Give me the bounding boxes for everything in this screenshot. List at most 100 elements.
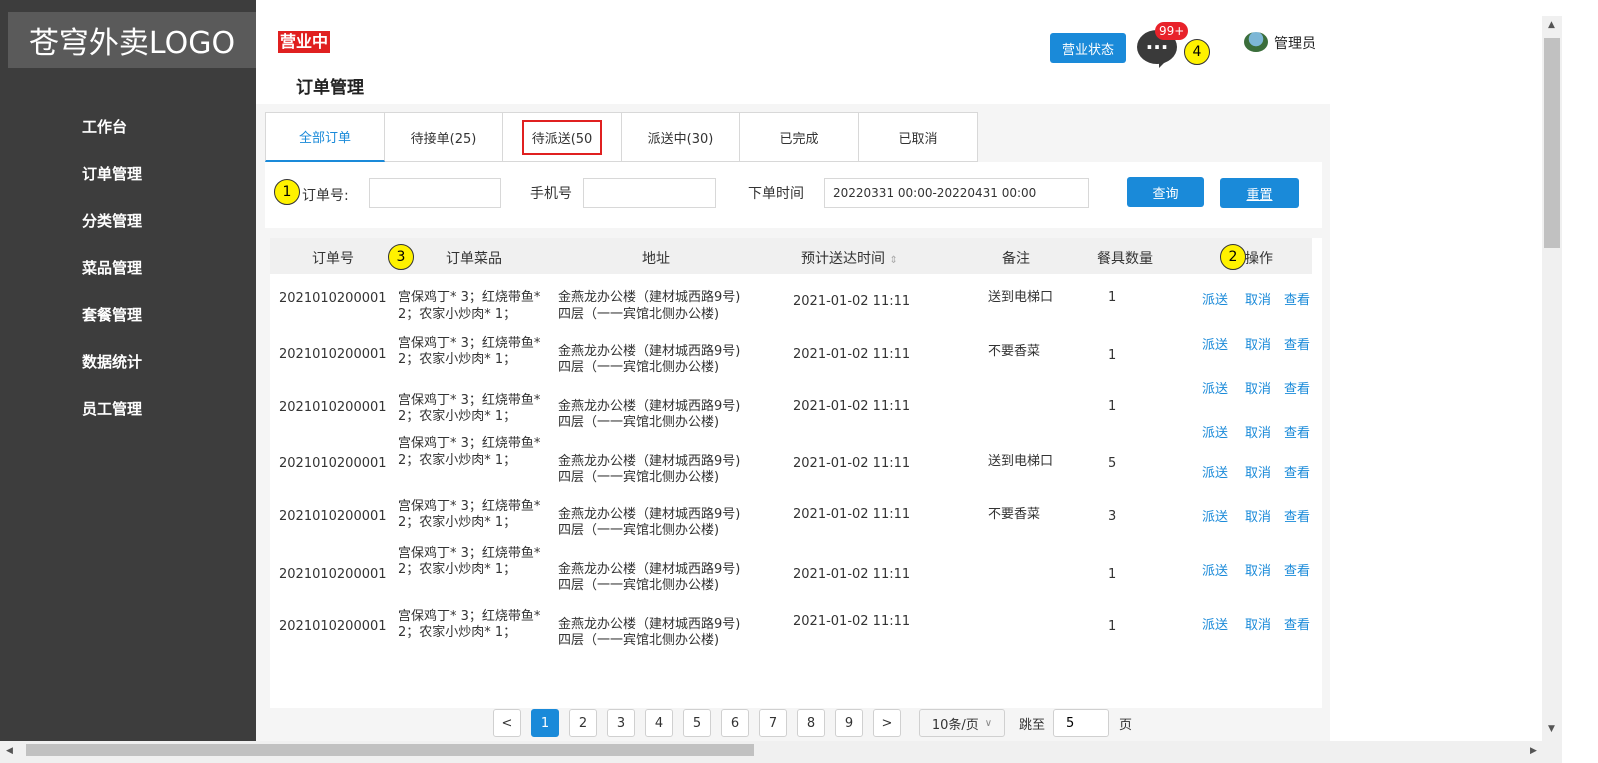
dispatch-button[interactable]: 派送 bbox=[1202, 334, 1228, 353]
order-no: 2021010200001 bbox=[279, 456, 387, 471]
tableware-count: 1 bbox=[1108, 290, 1117, 305]
sidebar-item-orders[interactable]: 订单管理 bbox=[0, 157, 256, 204]
dishes-line-2: 2；农家小炒肉* 1； bbox=[398, 409, 517, 424]
table-header: 订单号 3 订单菜品 地址 预计送达时间 ⇕ 备注 餐具数量 2 操作 bbox=[270, 238, 1312, 274]
tab-delivering[interactable]: 派送中(30) bbox=[622, 112, 740, 162]
scroll-left-icon[interactable]: ◀ bbox=[6, 746, 13, 756]
tableware-count: 5 bbox=[1108, 456, 1117, 471]
order-no: 2021010200001 bbox=[279, 619, 387, 634]
dispatch-button[interactable]: 派送 bbox=[1202, 614, 1228, 633]
cancel-button[interactable]: 取消 bbox=[1245, 614, 1271, 633]
phone-input[interactable] bbox=[583, 178, 716, 208]
sidebar-item-statistics[interactable]: 数据统计 bbox=[0, 345, 256, 392]
column-header-eta[interactable]: 预计送达时间 ⇕ bbox=[801, 248, 898, 268]
view-button[interactable]: 查看 bbox=[1284, 334, 1310, 353]
sidebar-item-categories[interactable]: 分类管理 bbox=[0, 204, 256, 251]
view-button[interactable]: 查看 bbox=[1284, 289, 1310, 308]
view-button[interactable]: 查看 bbox=[1284, 560, 1310, 579]
tableware-count: 3 bbox=[1108, 509, 1117, 524]
dishes-line-1: 宫保鸡丁* 3；红烧带鱼* bbox=[398, 609, 541, 624]
page-button[interactable]: 4 bbox=[645, 709, 673, 737]
sidebar-item-employees[interactable]: 员工管理 bbox=[0, 392, 256, 439]
horizontal-scrollbar[interactable]: ◀ ▶ bbox=[0, 741, 1562, 763]
note: 不要香菜 bbox=[988, 344, 1041, 359]
cancel-button[interactable]: 取消 bbox=[1245, 422, 1271, 441]
tableware-count: 1 bbox=[1108, 348, 1117, 363]
dispatch-button[interactable]: 派送 bbox=[1202, 462, 1228, 481]
vertical-scrollbar[interactable]: ▲ ▼ bbox=[1542, 16, 1562, 741]
scroll-down-icon[interactable]: ▼ bbox=[1548, 724, 1555, 734]
sort-icon[interactable]: ⇕ bbox=[889, 255, 897, 266]
page-button[interactable]: 9 bbox=[835, 709, 863, 737]
sidebar-item-dishes[interactable]: 菜品管理 bbox=[0, 251, 256, 298]
dishes-line-2: 2；农家小炒肉* 1； bbox=[398, 515, 517, 530]
column-header-tableware: 餐具数量 bbox=[1097, 251, 1153, 267]
sidebar-item-workbench[interactable]: 工作台 bbox=[0, 110, 256, 157]
tab-all-orders[interactable]: 全部订单 bbox=[265, 112, 385, 162]
vertical-scroll-thumb[interactable] bbox=[1544, 38, 1560, 248]
dispatch-button[interactable]: 派送 bbox=[1202, 560, 1228, 579]
eta: 2021-01-02 11:11 bbox=[793, 294, 911, 309]
tab-pending-dispatch[interactable]: 待派送(50 bbox=[503, 112, 622, 162]
eta: 2021-01-02 11:11 bbox=[793, 347, 911, 362]
page-suffix-label: 页 bbox=[1119, 717, 1133, 733]
dishes-line-2: 2；农家小炒肉* 1； bbox=[398, 562, 517, 577]
tab-cancelled[interactable]: 已取消 bbox=[859, 112, 978, 162]
page-size-value: 10条/页 bbox=[931, 717, 979, 733]
reset-button[interactable]: 重置 bbox=[1220, 178, 1299, 208]
query-button[interactable]: 查询 bbox=[1127, 177, 1204, 207]
page-button[interactable]: 7 bbox=[759, 709, 787, 737]
business-status-button[interactable]: 营业状态 bbox=[1050, 33, 1126, 63]
prev-page-button[interactable]: < bbox=[493, 709, 521, 737]
address-line-1: 金燕龙办公楼（建材城西路9号) bbox=[558, 562, 741, 577]
dishes-line-1: 宫保鸡丁* 3；红烧带鱼* bbox=[398, 290, 541, 305]
view-button[interactable]: 查看 bbox=[1284, 462, 1310, 481]
cancel-button[interactable]: 取消 bbox=[1245, 289, 1271, 308]
view-button[interactable]: 查看 bbox=[1284, 506, 1310, 525]
view-button[interactable]: 查看 bbox=[1284, 378, 1310, 397]
address-line-2: 四层（一一宾馆北侧办公楼) bbox=[558, 470, 720, 485]
cancel-button[interactable]: 取消 bbox=[1245, 560, 1271, 579]
scroll-right-icon[interactable]: ▶ bbox=[1530, 746, 1537, 756]
cancel-button[interactable]: 取消 bbox=[1245, 462, 1271, 481]
page-button[interactable]: 2 bbox=[569, 709, 597, 737]
next-page-button[interactable]: > bbox=[873, 709, 901, 737]
tab-completed[interactable]: 已完成 bbox=[740, 112, 859, 162]
cancel-button[interactable]: 取消 bbox=[1245, 378, 1271, 397]
view-button[interactable]: 查看 bbox=[1284, 614, 1310, 633]
pagination: < 1 2 3 4 5 6 7 8 9 > 10条/页 ∨ 跳至 页 bbox=[493, 709, 1140, 737]
scroll-up-icon[interactable]: ▲ bbox=[1548, 20, 1555, 30]
page-button[interactable]: 3 bbox=[607, 709, 635, 737]
page-button[interactable]: 1 bbox=[531, 709, 559, 737]
dispatch-button[interactable]: 派送 bbox=[1202, 289, 1228, 308]
sidebar: 苍穹外卖LOGO 工作台 订单管理 分类管理 菜品管理 套餐管理 数据统计 员工… bbox=[0, 0, 256, 763]
avatar[interactable] bbox=[1244, 32, 1268, 52]
order-time-range-input[interactable] bbox=[824, 178, 1089, 208]
page-button[interactable]: 6 bbox=[721, 709, 749, 737]
dispatch-button[interactable]: 派送 bbox=[1202, 422, 1228, 441]
cancel-button[interactable]: 取消 bbox=[1245, 334, 1271, 353]
order-no: 2021010200001 bbox=[279, 400, 387, 415]
cancel-button[interactable]: 取消 bbox=[1245, 506, 1271, 525]
order-no-input[interactable] bbox=[369, 178, 501, 208]
address-line-1: 金燕龙办公楼（建材城西路9号) bbox=[558, 507, 741, 522]
dispatch-button[interactable]: 派送 bbox=[1202, 506, 1228, 525]
admin-name[interactable]: 管理员 bbox=[1274, 33, 1316, 53]
tab-pending-accept[interactable]: 待接单(25) bbox=[385, 112, 503, 162]
address-line-2: 四层（一一宾馆北侧办公楼) bbox=[558, 633, 720, 648]
horizontal-scroll-thumb[interactable] bbox=[26, 744, 754, 756]
page-button[interactable]: 5 bbox=[683, 709, 711, 737]
dishes-line-2: 2；农家小炒肉* 1； bbox=[398, 453, 517, 468]
sidebar-item-setmeals[interactable]: 套餐管理 bbox=[0, 298, 256, 345]
page-size-select[interactable]: 10条/页 ∨ bbox=[919, 709, 1005, 737]
page-button[interactable]: 8 bbox=[797, 709, 825, 737]
eta: 2021-01-02 11:11 bbox=[793, 399, 911, 414]
message-count-badge: 99+ bbox=[1155, 22, 1189, 40]
jump-page-input[interactable] bbox=[1053, 709, 1110, 737]
tableware-count: 1 bbox=[1108, 567, 1117, 582]
dispatch-button[interactable]: 派送 bbox=[1202, 378, 1228, 397]
note: 送到电梯口 bbox=[988, 290, 1054, 305]
eta: 2021-01-02 11:11 bbox=[793, 507, 911, 522]
note: 送到电梯口 bbox=[988, 454, 1054, 469]
view-button[interactable]: 查看 bbox=[1284, 422, 1310, 441]
